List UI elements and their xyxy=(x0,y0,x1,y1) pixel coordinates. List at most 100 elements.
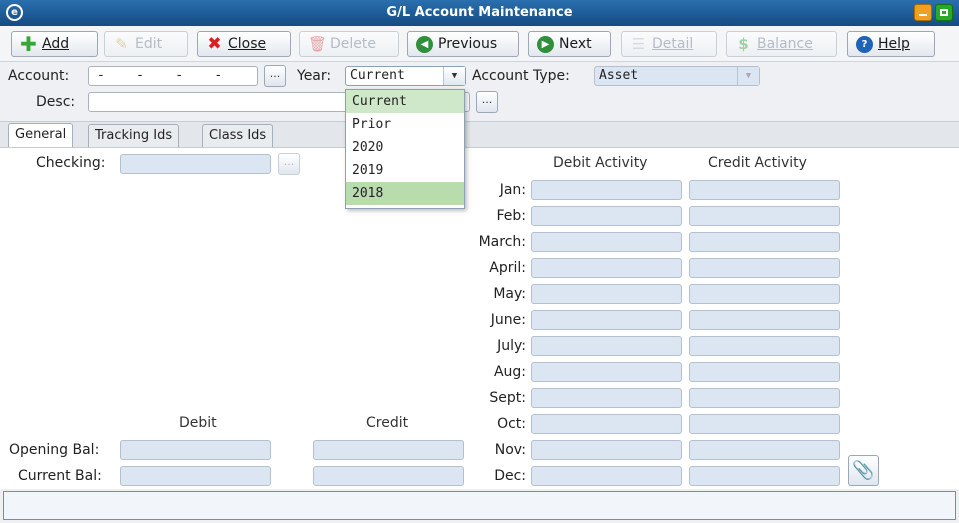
year-option-prior[interactable]: Prior xyxy=(346,113,464,136)
window-title: G/L Account Maintenance xyxy=(386,5,573,20)
credit-activity-field[interactable] xyxy=(689,336,840,356)
year-option-2019[interactable]: 2019 xyxy=(346,159,464,182)
dollar-icon: $ xyxy=(738,35,749,53)
tab-strip: General Tracking Ids Class Ids xyxy=(0,121,959,149)
title-bar: e G/L Account Maintenance xyxy=(0,0,959,26)
debit-header: Debit xyxy=(179,415,217,431)
paperclip-icon: 📎 xyxy=(852,460,875,481)
credit-activity-field[interactable] xyxy=(689,258,840,278)
credit-activity-field[interactable] xyxy=(689,284,840,304)
current-bal-debit-field[interactable] xyxy=(120,466,271,486)
debit-activity-field[interactable] xyxy=(531,466,682,486)
credit-activity-header: Credit Activity xyxy=(708,155,807,171)
attachment-button[interactable]: 📎 xyxy=(848,455,879,486)
debit-activity-field[interactable] xyxy=(531,440,682,460)
month-label: Feb: xyxy=(496,208,526,224)
maximize-button[interactable] xyxy=(935,4,953,21)
desc-lookup-button[interactable]: ... xyxy=(476,91,498,113)
year-option-2020[interactable]: 2020 xyxy=(346,136,464,159)
year-option-current[interactable]: Current xyxy=(346,90,464,113)
minimize-button[interactable] xyxy=(914,4,932,21)
current-bal-credit-field[interactable] xyxy=(313,466,464,486)
previous-button[interactable]: ◀ Previous xyxy=(407,31,519,57)
checking-lookup-button[interactable]: ... xyxy=(278,153,300,175)
debit-activity-field[interactable] xyxy=(531,414,682,434)
plus-icon: ✚ xyxy=(20,32,37,56)
edit-label: Edit xyxy=(135,36,163,52)
debit-activity-field[interactable] xyxy=(531,336,682,356)
balance-button[interactable]: $ Balance xyxy=(726,31,837,57)
detail-button[interactable]: ☰ Detail xyxy=(621,31,717,57)
current-bal-label: Current Bal: xyxy=(18,468,102,484)
chevron-down-icon[interactable]: ▼ xyxy=(737,67,759,85)
credit-activity-field[interactable] xyxy=(689,466,840,486)
month-label: May: xyxy=(493,286,526,302)
month-label: Aug: xyxy=(493,364,526,380)
tab-general[interactable]: General xyxy=(8,123,74,149)
month-label: Sept: xyxy=(489,390,526,406)
trash-icon: 🗑 xyxy=(308,35,328,53)
account-field[interactable]: - - - - xyxy=(88,66,258,86)
debit-activity-field[interactable] xyxy=(531,206,682,226)
year-option-2018[interactable]: 2018 xyxy=(346,182,464,205)
toolbar: ✚ Add ✎ Edit ✖ Close 🗑 Delete ◀ Previous… xyxy=(0,26,959,62)
debit-activity-field[interactable] xyxy=(531,362,682,382)
add-button[interactable]: ✚ Add xyxy=(11,31,98,57)
checking-label: Checking: xyxy=(36,155,106,171)
credit-activity-field[interactable] xyxy=(689,362,840,382)
year-select[interactable]: Current ▼ xyxy=(345,66,466,86)
debit-activity-field[interactable] xyxy=(531,310,682,330)
detail-list-icon: ☰ xyxy=(631,35,646,53)
debit-activity-field[interactable] xyxy=(531,180,682,200)
arrow-right-icon: ▶ xyxy=(537,36,554,53)
account-lookup-button[interactable]: ... xyxy=(264,65,286,87)
year-dropdown-list: Current Prior 2020 2019 2018 xyxy=(345,89,465,209)
arrow-left-icon: ◀ xyxy=(416,36,433,53)
close-label: Close xyxy=(228,36,267,52)
help-icon: ? xyxy=(856,36,873,53)
delete-button[interactable]: 🗑 Delete xyxy=(299,31,399,57)
year-select-value: Current xyxy=(350,68,405,83)
edit-button[interactable]: ✎ Edit xyxy=(104,31,188,57)
account-label: Account: xyxy=(8,68,70,84)
debit-activity-header: Debit Activity xyxy=(553,155,648,171)
close-button[interactable]: ✖ Close xyxy=(197,31,291,57)
debit-activity-field[interactable] xyxy=(531,284,682,304)
credit-activity-field[interactable] xyxy=(689,232,840,252)
previous-label: Previous xyxy=(438,36,498,52)
close-icon: ✖ xyxy=(207,34,222,54)
opening-bal-label: Opening Bal: xyxy=(9,442,100,458)
credit-activity-field[interactable] xyxy=(689,206,840,226)
detail-label: Detail xyxy=(652,36,694,52)
delete-label: Delete xyxy=(330,36,376,52)
opening-bal-debit-field[interactable] xyxy=(120,440,271,460)
credit-activity-field[interactable] xyxy=(689,414,840,434)
month-label: April: xyxy=(489,260,526,276)
status-bar xyxy=(3,491,956,520)
debit-activity-field[interactable] xyxy=(531,232,682,252)
balance-label: Balance xyxy=(757,36,813,52)
help-button[interactable]: ? Help xyxy=(847,31,935,57)
debit-activity-field[interactable] xyxy=(531,258,682,278)
add-label: Add xyxy=(42,36,70,52)
checking-field[interactable] xyxy=(120,154,271,174)
opening-bal-credit-field[interactable] xyxy=(313,440,464,460)
credit-activity-field[interactable] xyxy=(689,388,840,408)
help-label: Help xyxy=(878,36,910,52)
credit-header: Credit xyxy=(366,415,409,431)
account-type-select[interactable]: Asset ▼ xyxy=(594,66,760,86)
chevron-down-icon[interactable]: ▼ xyxy=(443,67,465,85)
month-label: June: xyxy=(490,312,526,328)
account-type-label: Account Type: xyxy=(472,68,570,84)
tab-class-ids[interactable]: Class Ids xyxy=(202,124,274,148)
credit-activity-field[interactable] xyxy=(689,440,840,460)
credit-activity-field[interactable] xyxy=(689,310,840,330)
desc-label: Desc: xyxy=(36,94,76,110)
year-label: Year: xyxy=(297,68,332,84)
next-button[interactable]: ▶ Next xyxy=(528,31,611,57)
tab-tracking-ids[interactable]: Tracking Ids xyxy=(88,124,180,148)
debit-activity-field[interactable] xyxy=(531,388,682,408)
month-label: July: xyxy=(497,338,526,354)
edit-icon: ✎ xyxy=(115,35,128,53)
credit-activity-field[interactable] xyxy=(689,180,840,200)
